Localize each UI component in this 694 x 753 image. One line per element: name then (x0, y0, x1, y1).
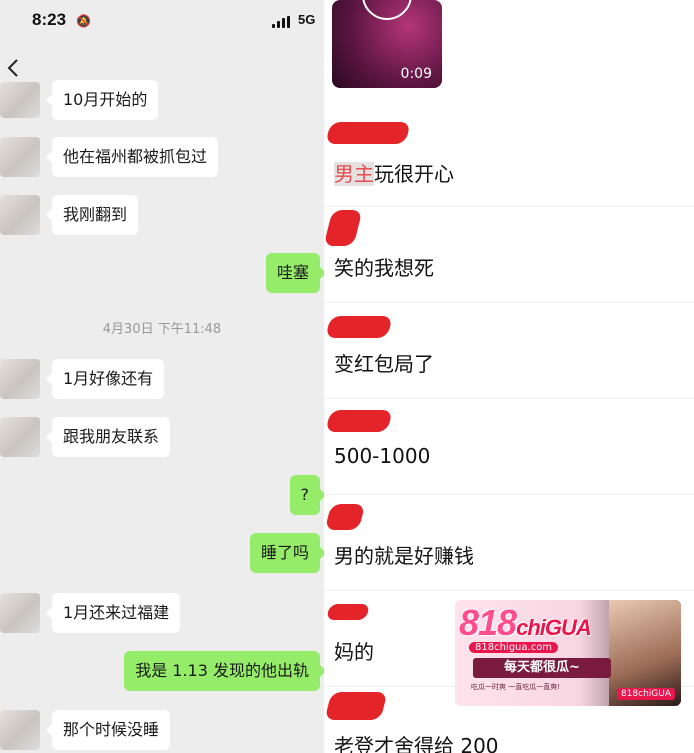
comment-text: 老登才舍得给 200 (334, 730, 499, 753)
avatar[interactable] (0, 137, 40, 177)
comment-item: 男主玩很开心 (324, 110, 694, 207)
redacted-username (324, 210, 363, 246)
avatar[interactable] (0, 710, 40, 750)
comment-body: 500-1000 (334, 444, 431, 468)
redacted-username (325, 122, 411, 144)
avatar[interactable] (0, 195, 40, 235)
chat-panel: 8:23 🔕 5G 10月开始的 他在福州都被抓包过 我刚翻到 哇塞 4月30日… (0, 0, 324, 753)
avatar[interactable] (0, 359, 40, 399)
comment-body: 男的就是好赚钱 (334, 544, 474, 568)
network-label: 5G (298, 12, 316, 27)
comment-text: 500-1000 (334, 444, 430, 468)
message-bubble: 我刚翻到 (45, 195, 139, 235)
comment-item: 500-1000 (324, 398, 694, 495)
signal-icon (272, 16, 290, 28)
redacted-username (326, 604, 370, 620)
comment-item: 笑的我想死 (324, 206, 694, 303)
message-bubble: 1月还来过福建 (45, 593, 181, 633)
avatar[interactable] (0, 417, 40, 457)
redacted-username (325, 316, 393, 338)
message-bubble-sent: 哇塞 (265, 253, 324, 293)
chat-timestamp: 4月30日 下午11:48 (102, 322, 222, 337)
message-bubble-sent: ? (289, 475, 324, 515)
comment-highlight: 男主 (334, 162, 374, 186)
comment-text: 变红包局了 (334, 348, 434, 377)
comment-text: 男主玩很开心 (334, 158, 454, 187)
redacted-username (325, 410, 393, 432)
avatar[interactable] (0, 593, 40, 633)
message-bubble: 10月开始的 (45, 80, 159, 120)
comment-text: 笑的我想死 (334, 252, 434, 281)
video-thumbnail[interactable]: 0:09 (332, 0, 442, 88)
comment-body: 笑的我想死 (334, 256, 434, 280)
comment-body: 妈的 (334, 640, 374, 664)
watermark-subline: 吃瓜一时爽 一直吃瓜一直爽! (471, 683, 561, 691)
comment-text: 妈的 (334, 636, 374, 665)
back-arrow-icon[interactable] (2, 56, 26, 80)
redacted-username (324, 504, 366, 530)
comment-text: 男的就是好赚钱 (334, 540, 474, 569)
message-bubble: 那个时候没睡 (45, 710, 171, 750)
status-time: 8:23 (32, 10, 67, 29)
comment-item: 男的就是好赚钱 (324, 494, 694, 591)
message-bubble: 他在福州都被抓包过 (45, 137, 219, 177)
watermark-logo: 818chiGUA (459, 602, 592, 643)
comment-item: 变红包局了 (324, 302, 694, 399)
watermark-banner: 818chiGUA 818chigua.com 每天都很瓜~ 吃瓜一时爽 一直吃… (455, 600, 681, 706)
message-bubble-sent: 睡了吗 (249, 533, 324, 573)
redacted-username (324, 692, 388, 720)
comment-body: 老登才舍得给 200 (334, 734, 499, 753)
message-bubble: 1月好像还有 (45, 359, 165, 399)
avatar[interactable] (0, 82, 40, 118)
comment-body: 玩很开心 (374, 162, 454, 186)
video-duration: 0:09 (400, 66, 432, 82)
watermark-slogan: 每天都很瓜~ (473, 658, 611, 678)
play-circle-icon (362, 0, 412, 20)
message-bubble-sent: 我是 1.13 发现的他出轨 (124, 651, 324, 691)
mute-bell-icon: 🔕 (76, 14, 91, 28)
watermark-url: 818chigua.com (469, 642, 559, 653)
message-bubble: 跟我朋友联系 (45, 417, 171, 457)
watermark-brand: 818chiGUA (616, 688, 675, 700)
comment-body: 变红包局了 (334, 352, 434, 376)
